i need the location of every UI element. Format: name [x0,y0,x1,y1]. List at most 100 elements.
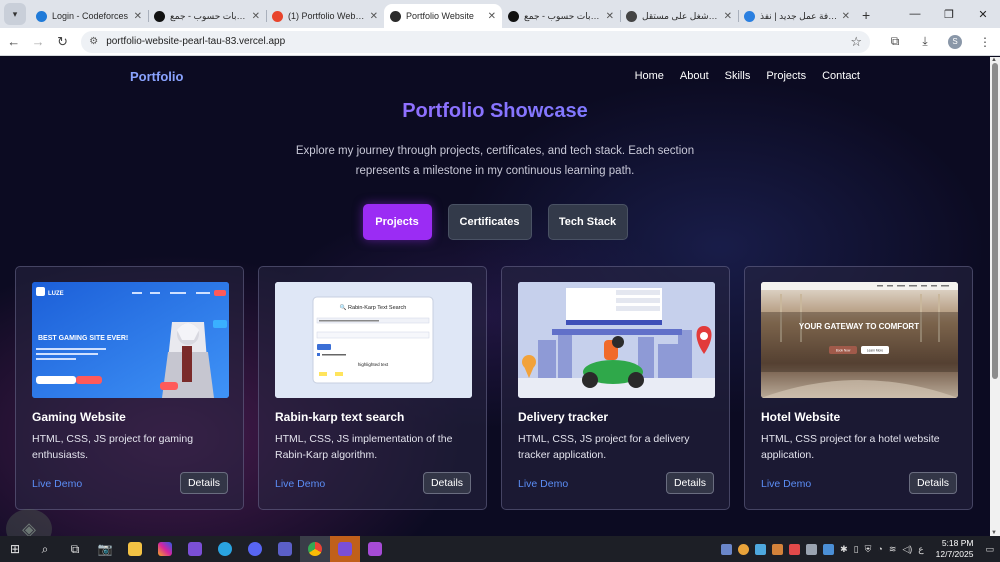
site-brand[interactable]: Portfolio [130,69,183,84]
tab-close-icon[interactable]: ✕ [252,11,260,22]
filter-certificates-button[interactable]: Certificates [447,204,532,240]
filter-tabs: Projects Certificates Tech Stack [0,204,990,240]
filter-projects-button[interactable]: Projects [362,204,432,240]
teams-icon[interactable] [270,536,300,562]
tab-favicon-icon [36,10,47,22]
app-icon[interactable] [360,536,390,562]
close-window-icon[interactable]: ✕ [966,8,1000,21]
windows-taskbar: ⊞ ⌕ ⧉ 📷 ✱ ▯ ⛨ ◔ ≋ ◁) ع 5:18 PM 12/7/2025… [0,536,1000,562]
project-thumbnail-delivery [518,282,715,398]
tab-search-button[interactable]: ▾ [4,3,26,25]
details-button[interactable]: Details [423,472,471,494]
nav-link-skills[interactable]: Skills [725,70,751,82]
details-button[interactable]: Details [180,472,228,494]
tray-chrome-icon[interactable] [738,543,750,555]
menu-kebab-icon[interactable]: ⋮ [970,35,1000,49]
camera-app-icon[interactable]: 📷 [90,536,120,562]
minimize-icon[interactable]: — [898,8,932,20]
visual-studio-icon[interactable] [180,536,210,562]
project-thumbnail-rabin-karp: 🔍 Rabin-Karp Text Search highlighted tex… [275,282,472,398]
wifi-icon[interactable]: ≋ [889,544,897,555]
hotel-thumb-button-1: Book Now [836,349,851,353]
tray-app-icon[interactable] [823,543,835,555]
filter-tech-stack-button[interactable]: Tech Stack [547,204,628,240]
scrollbar-thumb[interactable] [992,63,998,379]
file-explorer-icon[interactable] [120,536,150,562]
download-icon[interactable]: ⤓ [910,34,940,49]
start-windows-icon[interactable]: ⊞ [0,536,30,562]
shield-icon[interactable]: ⛨ [865,544,872,555]
tray-app-icon[interactable] [789,543,801,555]
url-text[interactable]: portfolio-website-pearl-tau-83.vercel.ap… [106,36,850,47]
browser-tab[interactable]: حسابات حسوب - جمع ✕ [148,4,266,28]
tab-close-icon[interactable]: ✕ [842,11,850,22]
site-info-icon[interactable]: ⚙ [89,36,98,47]
tab-close-icon[interactable]: ✕ [724,11,732,22]
network-icon[interactable]: ◔ [877,544,882,554]
search-icon[interactable]: ⌕ [30,536,60,562]
browser-tab[interactable]: إضافة عمل جديد | نفذ ✕ [738,4,856,28]
tray-app-icon[interactable] [721,543,733,555]
page-subtitle: Explore my journey through projects, cer… [295,145,695,177]
app-launcher-icon[interactable] [330,536,360,562]
tab-favicon-icon [390,10,401,22]
nav-link-about[interactable]: About [680,70,709,82]
nav-link-projects[interactable]: Projects [766,70,806,82]
live-demo-link[interactable]: Live Demo [518,478,568,490]
nav-link-contact[interactable]: Contact [822,70,860,82]
page-title: Portfolio Showcase [0,100,990,123]
new-tab-button[interactable]: + [862,7,870,23]
live-demo-link[interactable]: Live Demo [275,478,325,490]
tray-app-icon[interactable] [755,543,767,555]
clock-date: 12/7/2025 [935,549,974,559]
browser-tab-active[interactable]: Portfolio Website ✕ [384,4,502,28]
tray-app-icon[interactable] [806,543,818,555]
taskbar-clock[interactable]: 5:18 PM 12/7/2025 [936,538,974,560]
project-description: HTML, CSS, JS implementation of the Rabi… [275,433,453,461]
address-bar-row: ← → ↻ ⚙ portfolio-website-pearl-tau-83.v… [0,28,1000,56]
chrome-icon[interactable] [300,536,330,562]
tab-favicon-icon [626,10,637,22]
usb-icon[interactable]: ▯ [854,544,859,555]
tab-close-icon[interactable]: ✕ [606,11,614,22]
tab-strip: Login - Codeforces ✕ حسابات حسوب - جمع ✕ (1)… [30,4,856,28]
nav-link-home[interactable]: Home [635,70,664,82]
live-demo-link[interactable]: Live Demo [761,478,811,490]
back-icon[interactable]: ← [3,34,24,49]
extensions-icon[interactable]: ⧉ [880,34,910,49]
notifications-icon[interactable]: ▭ [985,544,994,555]
instagram-icon[interactable] [150,536,180,562]
tab-favicon-icon [272,10,283,22]
volume-icon[interactable]: ◁) [902,544,912,555]
bookmark-star-icon[interactable]: ☆ [850,34,862,50]
discord-icon[interactable] [240,536,270,562]
page-scrollbar[interactable]: ▲ ▼ [990,57,1000,536]
browser-tab[interactable]: Login - Codeforces ✕ [30,4,148,28]
reload-icon[interactable]: ↻ [52,34,73,50]
omnibox[interactable]: ⚙ portfolio-website-pearl-tau-83.vercel.… [81,30,870,53]
profile-avatar[interactable]: S [947,34,962,49]
tab-title: إضافة عمل جديد | نفذ [760,10,838,21]
project-title: Gaming Website [32,410,126,424]
tab-close-icon[interactable]: ✕ [134,11,142,22]
browser-tab[interactable]: حسابات حسوب - جمع ✕ [502,4,620,28]
details-button[interactable]: Details [909,472,957,494]
maximize-icon[interactable]: ❐ [932,8,966,21]
details-button[interactable]: Details [666,472,714,494]
keyboard-language[interactable]: ع [918,544,923,555]
bluetooth-icon[interactable]: ✱ [840,544,848,555]
browser-tab[interactable]: عرض شغل على مستقل ✕ [620,4,738,28]
rabin-thumb-heading: 🔍 Rabin-Karp Text Search [340,303,407,311]
browser-tab[interactable]: (1) Portfolio Website ✕ [266,4,384,28]
tray-app-icon[interactable] [772,543,784,555]
tab-close-icon[interactable]: ✕ [488,11,496,22]
hotel-screenshot: YOUR GATEWAY TO COMFORT Book Now Learn M… [761,282,958,398]
tab-favicon-icon [508,10,519,22]
tab-close-icon[interactable]: ✕ [370,11,378,22]
task-view-icon[interactable]: ⧉ [60,536,90,562]
forward-icon[interactable]: → [27,34,48,49]
floating-badge-icon[interactable]: ◈ [6,509,52,536]
telegram-icon[interactable] [210,536,240,562]
live-demo-link[interactable]: Live Demo [32,478,82,490]
tab-title: عرض شغل على مستقل [642,10,720,21]
